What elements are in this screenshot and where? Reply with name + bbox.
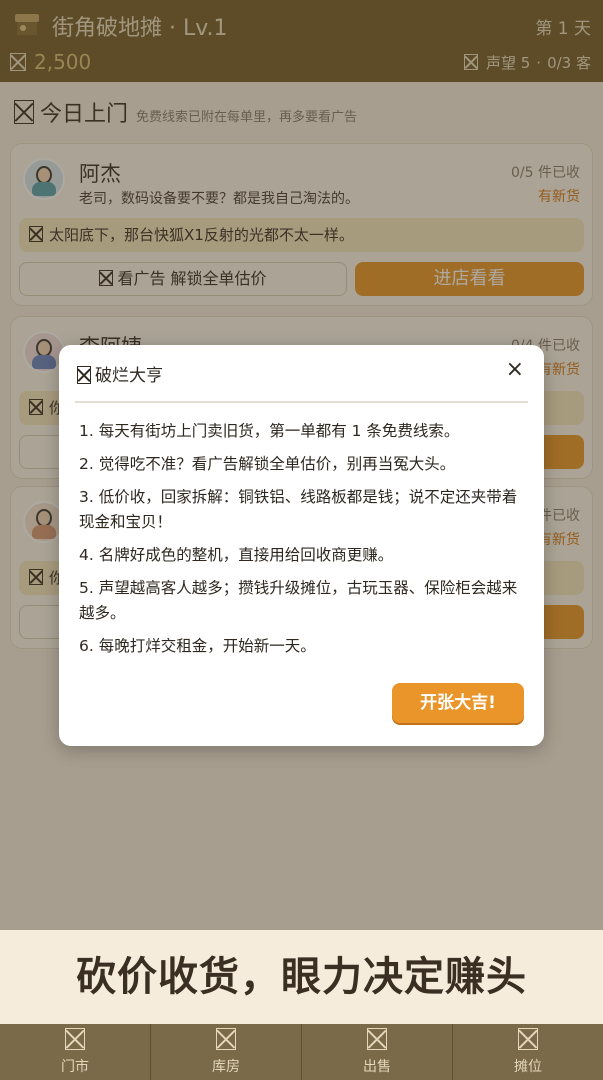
nav-label: 库房 <box>212 1059 240 1075</box>
rules-dialog: 破烂大亨 × 1. 每天有街坊上门卖旧货，第一单都有 1 条免费线索。 2. 觉… <box>59 345 544 746</box>
nav-stall[interactable]: 摊位 <box>453 1024 603 1080</box>
dialog-divider <box>75 401 528 403</box>
rule-item: 5. 声望越高客人越多；攒钱升级摊位，古玩玉器、保险柜会越来越多。 <box>79 579 518 622</box>
rule-item: 4. 名牌好成色的整机，直接用给回收商更赚。 <box>79 546 394 564</box>
nav-sell[interactable]: 出售 <box>302 1024 453 1080</box>
rule-item: 2. 觉得吃不准？看广告解锁全单估价，别再当冤大头。 <box>79 455 456 473</box>
start-business-button[interactable]: 开张大吉! <box>392 683 524 723</box>
stall-icon <box>518 1028 538 1050</box>
sell-icon <box>367 1028 387 1050</box>
rule-item: 3. 低价收，回家拆解：铜铁铝、线路板都是钱；说不定还夹带着现金和宝贝！ <box>79 488 518 531</box>
nav-label: 摊位 <box>514 1059 542 1075</box>
nav-storefront[interactable]: 门市 <box>0 1024 151 1080</box>
close-icon[interactable]: × <box>506 357 524 382</box>
dialog-title-text: 破烂大亨 <box>95 366 163 386</box>
dialog-title: 破烂大亨 <box>77 361 163 386</box>
promo-banner: 砍价收货，眼力决定赚头 <box>0 930 603 1024</box>
rules-list: 1. 每天有街坊上门卖旧货，第一单都有 1 条免费线索。 2. 觉得吃不准？看广… <box>79 419 527 667</box>
storefront-icon <box>65 1028 85 1050</box>
title-icon <box>77 366 91 384</box>
nav-label: 门市 <box>61 1059 89 1075</box>
nav-warehouse[interactable]: 库房 <box>151 1024 302 1080</box>
warehouse-icon <box>216 1028 236 1050</box>
bottom-nav: 门市 库房 出售 摊位 <box>0 1024 603 1080</box>
rule-item: 1. 每天有街坊上门卖旧货，第一单都有 1 条免费线索。 <box>79 422 460 440</box>
nav-label: 出售 <box>363 1059 391 1075</box>
rule-item: 6. 每晚打烊交租金，开始新一天。 <box>79 637 316 655</box>
